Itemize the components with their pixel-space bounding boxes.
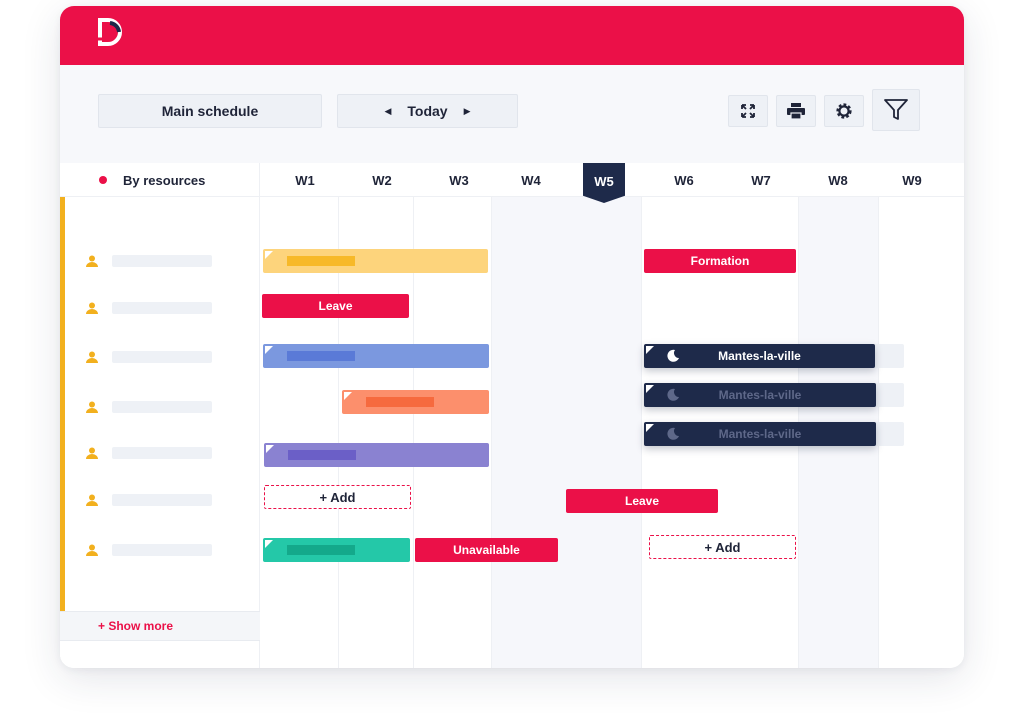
event-corner [265, 540, 273, 548]
week-header-row: By resources W1 W2 W3 W4 W6 W7 W8 W9 [60, 163, 964, 197]
event-bar-orange[interactable] [342, 390, 489, 414]
week-label-w8: W8 [828, 172, 848, 188]
person-icon [86, 302, 98, 314]
top-bar [60, 6, 964, 65]
week-label-w2: W2 [372, 172, 392, 188]
today-label: Today [407, 103, 448, 119]
expand-button[interactable] [728, 95, 768, 127]
resource-accent-bar [60, 197, 65, 611]
event-overflow-placeholder [872, 344, 904, 368]
show-more-button[interactable]: + Show more [60, 611, 260, 641]
resource-name-placeholder [112, 255, 212, 267]
event-title-placeholder [287, 545, 355, 555]
week-label-w3: W3 [449, 172, 469, 188]
event-bar-blue[interactable] [263, 344, 489, 368]
print-button[interactable] [776, 95, 816, 127]
event-leave[interactable]: Leave [566, 489, 718, 513]
week-label-w4: W4 [521, 172, 541, 188]
schedule-grid: By resources W1 W2 W3 W4 W6 W7 W8 W9 W5 [60, 163, 964, 668]
person-icon [86, 351, 98, 363]
event-bar-yellow[interactable] [263, 249, 488, 273]
resource-row[interactable] [86, 493, 212, 507]
event-formation[interactable]: Formation [644, 249, 796, 273]
filter-icon [884, 99, 908, 120]
event-leave[interactable]: Leave [262, 294, 409, 318]
week-label-w1: W1 [295, 172, 315, 188]
event-overflow-placeholder [872, 422, 904, 446]
moon-icon [667, 388, 679, 401]
week-label-w9: W9 [902, 172, 922, 188]
resource-name-placeholder [112, 401, 212, 413]
moon-icon [667, 349, 679, 362]
event-corner [646, 385, 654, 393]
event-corner [266, 445, 274, 453]
event-corner [344, 392, 352, 400]
current-week-marker[interactable]: W5 [583, 163, 625, 203]
resource-name-placeholder [112, 494, 212, 506]
event-mantes-la-ville[interactable]: Mantes-la-ville [644, 383, 876, 407]
settings-button[interactable] [824, 95, 864, 127]
resource-name-placeholder [112, 447, 212, 459]
event-bar-teal[interactable] [263, 538, 410, 562]
event-title-placeholder [287, 351, 355, 361]
filter-button[interactable] [872, 89, 920, 131]
person-icon [86, 447, 98, 459]
main-schedule-button[interactable]: Main schedule [98, 94, 322, 128]
week-column-shaded [491, 197, 641, 668]
resource-name-placeholder [112, 302, 212, 314]
resource-row[interactable] [86, 400, 212, 414]
event-title-placeholder [366, 397, 434, 407]
event-corner [265, 346, 273, 354]
main-schedule-label: Main schedule [161, 103, 259, 119]
resource-name-placeholder [112, 351, 212, 363]
week-label-w6: W6 [674, 172, 694, 188]
chevron-right-icon[interactable]: ▶ [464, 106, 471, 117]
event-title-placeholder [288, 450, 356, 460]
event-mantes-la-ville[interactable]: Mantes-la-ville [644, 344, 875, 368]
logo-icon [98, 18, 122, 46]
toolbar: Main schedule ◀ Today ▶ [60, 65, 964, 163]
add-event-button[interactable]: + Add [264, 485, 411, 509]
event-label: Mantes-la-ville [718, 349, 801, 363]
resources-header[interactable]: By resources [60, 163, 260, 197]
resource-row[interactable] [86, 301, 212, 315]
add-event-button[interactable]: + Add [649, 535, 796, 559]
gear-icon [836, 103, 852, 119]
resource-list: + Show more [60, 197, 260, 668]
person-icon [86, 401, 98, 413]
person-icon [86, 255, 98, 267]
chevron-left-icon[interactable]: ◀ [384, 106, 391, 117]
resources-header-label: By resources [123, 172, 206, 188]
event-corner [646, 346, 654, 354]
event-label: Leave [624, 494, 660, 508]
today-button[interactable]: ◀ Today ▶ [337, 94, 518, 128]
resource-row[interactable] [86, 543, 212, 557]
event-overflow-placeholder [872, 383, 904, 407]
event-label: Mantes-la-ville [718, 388, 802, 402]
resource-row[interactable] [86, 350, 212, 364]
person-icon [86, 544, 98, 556]
event-label: Mantes-la-ville [718, 427, 802, 441]
event-bar-purple[interactable] [264, 443, 489, 467]
event-title-placeholder [287, 256, 355, 266]
week-label-w7: W7 [751, 172, 771, 188]
event-label: Formation [690, 254, 750, 268]
event-mantes-la-ville[interactable]: Mantes-la-ville [644, 422, 876, 446]
resource-row[interactable] [86, 254, 212, 268]
expand-icon [741, 104, 755, 118]
person-icon [86, 494, 98, 506]
event-unavailable[interactable]: Unavailable [415, 538, 558, 562]
event-label: Unavailable [453, 543, 520, 557]
moon-icon [667, 427, 679, 440]
print-icon [787, 103, 805, 119]
event-corner [646, 424, 654, 432]
event-corner [265, 251, 273, 259]
status-dot [99, 176, 107, 184]
resource-row[interactable] [86, 446, 212, 460]
event-label: Leave [318, 299, 353, 313]
resource-name-placeholder [112, 544, 212, 556]
app-window: Main schedule ◀ Today ▶ By resources W1 … [60, 6, 964, 668]
